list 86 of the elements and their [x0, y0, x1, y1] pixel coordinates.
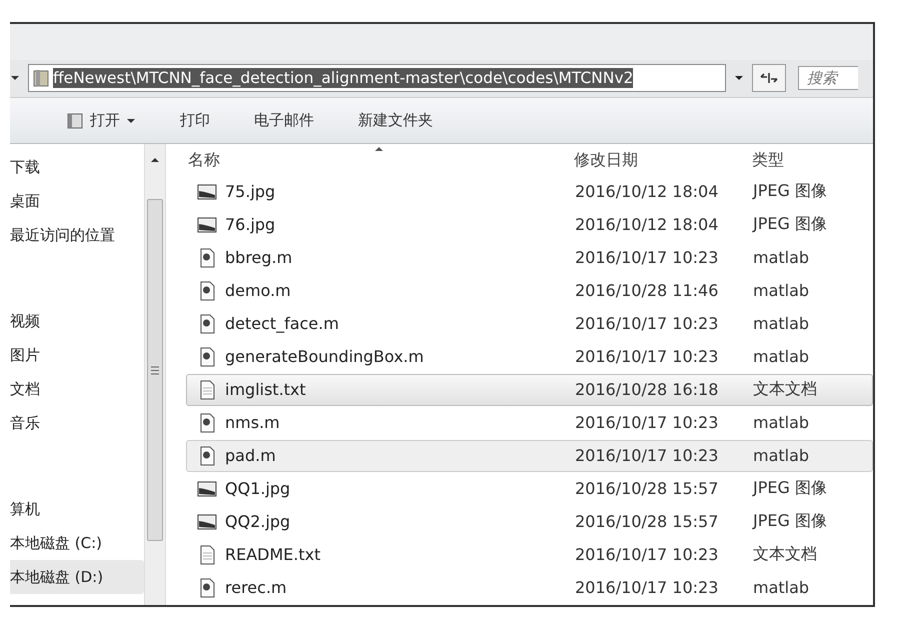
modified-date: 2016/10/28 11:46: [575, 281, 720, 300]
modified-date: 2016/10/17 10:23: [575, 578, 720, 598]
file-type: matlab: [753, 281, 810, 300]
file-name: bbreg.m: [225, 248, 292, 268]
file-name: detect_face.m: [225, 314, 339, 334]
file-row[interactable]: detect_face.m 2016/10/17 10:23 matlab: [186, 308, 873, 340]
file-type: JPEG 图像: [753, 511, 827, 532]
scroll-thumb[interactable]: [147, 199, 163, 541]
sort-arrow-icon: [374, 146, 384, 152]
image-file-icon: [197, 216, 217, 234]
sidebar-item[interactable]: 文档: [10, 372, 144, 406]
modified-date: 2016/10/17 10:23: [575, 545, 720, 564]
file-row[interactable]: pad.m 2016/10/17 10:23 matlab: [186, 440, 873, 472]
modified-date: 2016/10/17 10:23: [575, 248, 720, 268]
file-name: pad.m: [225, 446, 276, 466]
image-file-icon: [197, 480, 217, 498]
sidebar-item[interactable]: 最近访问的位置: [10, 218, 144, 252]
toolbar-button[interactable]: 打开: [58, 107, 144, 134]
sidebar-item[interactable]: 本地磁盘 (D:): [10, 560, 144, 594]
file-type: matlab: [753, 578, 810, 598]
file-type: JPEG 图像: [753, 214, 827, 236]
modified-date: 2016/10/17 10:23: [575, 446, 720, 466]
file-name: demo.m: [225, 281, 291, 300]
caret-icon: [126, 116, 136, 125]
sidebar-item[interactable]: 算机: [10, 492, 144, 526]
file-row[interactable]: rerec.m 2016/10/17 10:23 matlab: [186, 572, 873, 604]
file-type: JPEG 图像: [753, 478, 827, 500]
modified-date: 2016/10/28 15:57: [575, 479, 720, 498]
file-row[interactable]: imglist.txt 2016/10/28 16:18 文本文档: [186, 374, 873, 406]
file-name: 75.jpg: [225, 182, 276, 202]
sidebar-item[interactable]: 图片: [10, 338, 144, 372]
toolbar-button[interactable]: 电子邮件: [246, 107, 322, 134]
sidebar-item[interactable]: 桌面: [10, 184, 144, 218]
file-type: matlab: [753, 248, 810, 268]
modified-date: 2016/10/17 10:23: [575, 347, 720, 366]
search-field[interactable]: 搜索: [798, 66, 858, 90]
column-header[interactable]: 修改日期: [574, 150, 752, 170]
file-row[interactable]: generateBoundingBox.m 2016/10/17 10:23 matlab: [186, 341, 873, 372]
refresh-button[interactable]: [752, 64, 786, 92]
modified-date: 2016/10/12 18:04: [575, 182, 720, 202]
file-type: 文本文档: [753, 379, 817, 400]
file-name: imglist.txt: [225, 380, 306, 400]
modified-date: 2016/10/17 10:23: [575, 314, 720, 334]
file-row[interactable]: nms.m 2016/10/17 10:23 matlab: [186, 407, 873, 438]
image-file-icon: [197, 182, 217, 201]
file-type: matlab: [753, 413, 810, 432]
file-type: matlab: [753, 314, 810, 334]
modified-date: 2016/10/28 15:57: [575, 512, 720, 532]
modified-date: 2016/10/12 18:04: [575, 215, 720, 234]
file-row[interactable]: README.txt 2016/10/17 10:23 文本文档: [186, 539, 873, 570]
refresh-icon: [759, 71, 779, 86]
toolbar-button[interactable]: 打印: [172, 107, 218, 134]
modified-date: 2016/10/28 16:18: [575, 380, 720, 400]
file-row[interactable]: bbreg.m 2016/10/17 10:23 matlab: [186, 242, 873, 274]
file-name: QQ2.jpg: [225, 512, 290, 532]
file-row[interactable]: demo.m 2016/10/28 11:46 matlab: [186, 275, 873, 306]
file-row[interactable]: QQ2.jpg 2016/10/28 15:57 JPEG 图像: [186, 506, 873, 538]
image-file-icon: [197, 512, 217, 531]
sidebar-item[interactable]: 本地磁盘 (C:): [10, 526, 144, 560]
scrollbar[interactable]: [144, 144, 165, 605]
file-name: README.txt: [225, 545, 321, 564]
sidebar-item[interactable]: 音乐: [10, 406, 144, 440]
window-icon: [66, 112, 84, 130]
address-path: ffeNewest\MTCNN_face_detection_alignment-master\code\codes\MTCNNv2: [53, 68, 634, 88]
file-name: rerec.m: [225, 578, 287, 598]
sidebar-item[interactable]: 视频: [10, 304, 144, 338]
file-name: QQ1.jpg: [225, 479, 290, 498]
file-name: 76.jpg: [225, 215, 276, 234]
sidebar-item[interactable]: 下载: [10, 150, 144, 184]
file-type: matlab: [753, 347, 810, 366]
column-header[interactable]: 名称: [188, 150, 574, 170]
file-row[interactable]: 75.jpg 2016/10/12 18:04 JPEG 图像: [186, 176, 873, 208]
chevron-down-icon[interactable]: [10, 74, 20, 82]
modified-date: 2016/10/17 10:23: [575, 413, 720, 432]
column-header[interactable]: 类型: [752, 150, 784, 170]
scroll-up-icon[interactable]: [150, 156, 160, 164]
file-type: JPEG 图像: [753, 181, 827, 202]
folder-icon: [33, 69, 49, 88]
file-type: 文本文档: [753, 544, 817, 566]
file-name: generateBoundingBox.m: [225, 347, 424, 366]
file-type: matlab: [753, 446, 810, 466]
file-row[interactable]: QQ1.jpg 2016/10/28 15:57 JPEG 图像: [186, 473, 873, 504]
file-row[interactable]: 76.jpg 2016/10/12 18:04 JPEG 图像: [186, 209, 873, 240]
address-field[interactable]: ffeNewest\MTCNN_face_detection_alignment-master\code\codes\MTCNNv2: [28, 64, 726, 92]
file-name: nms.m: [225, 413, 280, 432]
toolbar-button[interactable]: 新建文件夹: [350, 107, 441, 134]
